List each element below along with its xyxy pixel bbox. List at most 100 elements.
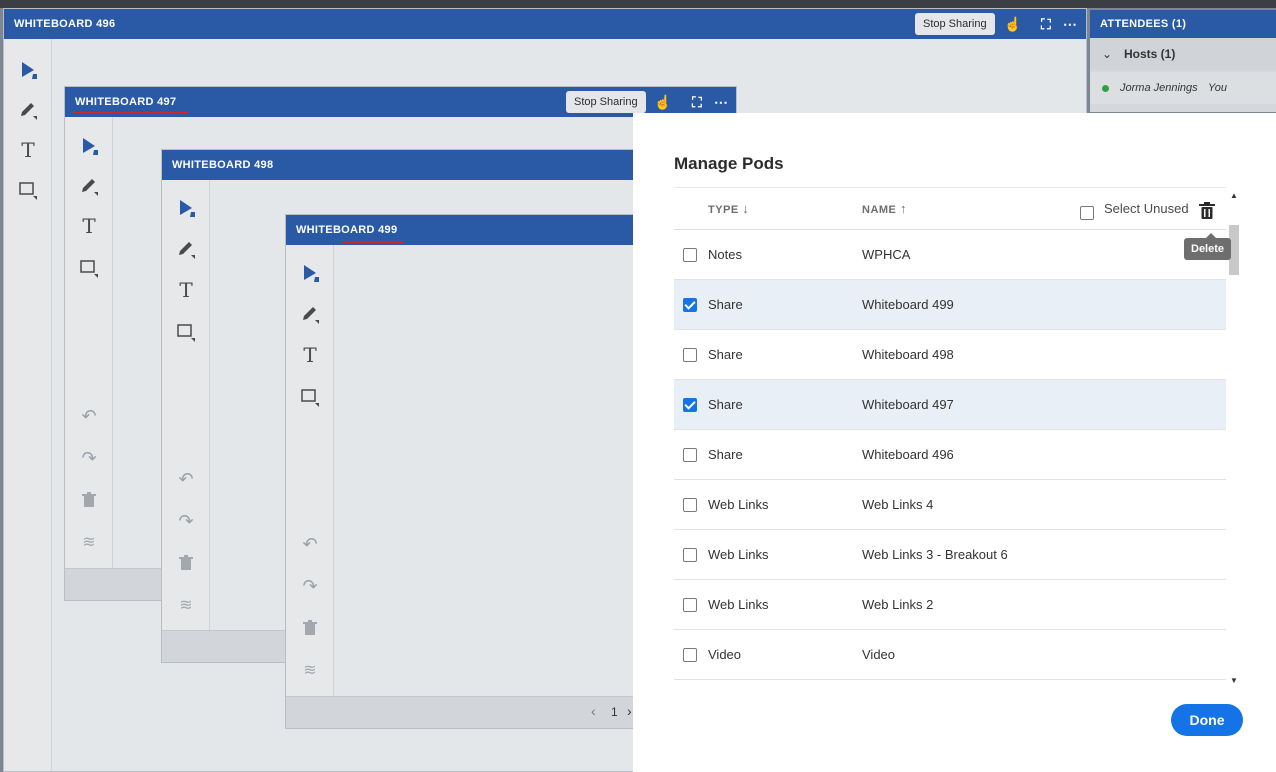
row-checkbox[interactable] (683, 548, 697, 562)
undo-icon[interactable]: ↶ (77, 404, 101, 428)
pods-table: TYPE ↓ NAME ↑ Select Unused Notes WPHCA … (674, 187, 1242, 687)
select-tool-icon[interactable] (16, 58, 40, 82)
text-tool-icon[interactable]: T (298, 343, 322, 367)
row-type: Web Links (708, 497, 769, 512)
pencil-tool-icon[interactable] (77, 174, 101, 198)
row-name: Web Links 2 (862, 597, 934, 612)
table-row[interactable]: Share Whiteboard 496 (674, 430, 1227, 480)
select-unused-checkbox[interactable] (1080, 206, 1094, 220)
fullscreen-icon[interactable]: ⛶ (1037, 16, 1055, 32)
pointer-icon[interactable]: ☝ (1004, 16, 1022, 32)
row-checkbox[interactable] (683, 348, 697, 362)
arrow-down-icon: ↓ (742, 201, 750, 216)
status-dot-icon (1102, 85, 1109, 92)
hosts-group[interactable]: ⌄ Hosts (1) (1090, 38, 1276, 70)
row-name: Whiteboard 499 (862, 297, 954, 312)
scroll-up-icon[interactable]: ▲ (1230, 191, 1238, 200)
text-tool-icon[interactable]: T (174, 278, 198, 302)
redo-icon[interactable]: ↷ (298, 574, 322, 598)
row-type: Share (708, 447, 743, 462)
pod-footer: ‹ 1 › (286, 696, 640, 728)
row-checkbox[interactable] (683, 648, 697, 662)
whiteboard-toolbar: T ↶ ↷ ≋ (65, 117, 113, 600)
trash-icon[interactable] (174, 551, 198, 575)
layers-icon[interactable]: ≋ (77, 530, 101, 554)
more-icon[interactable]: ⋯ (1061, 16, 1079, 32)
attendee-you-label: You (1208, 82, 1227, 94)
table-row[interactable]: Notes WPHCA (674, 230, 1227, 280)
prev-page-icon[interactable]: ‹ (591, 703, 596, 719)
pencil-tool-icon[interactable] (16, 98, 40, 122)
row-checkbox[interactable] (683, 598, 697, 612)
trash-icon[interactable] (298, 616, 322, 640)
table-scrollbar[interactable]: ▲ ▼ (1226, 187, 1242, 687)
table-row[interactable]: Share Whiteboard 498 (674, 330, 1227, 380)
next-page-icon[interactable]: › (627, 703, 632, 719)
text-tool-icon[interactable]: T (16, 138, 40, 162)
attendee-row[interactable]: Jorma Jennings You (1090, 72, 1276, 104)
pod-title: WHITEBOARD 497 (75, 96, 177, 108)
page-number: 1 (611, 705, 618, 719)
stop-sharing-button[interactable]: Stop Sharing (566, 91, 646, 113)
row-type: Share (708, 397, 743, 412)
select-tool-icon[interactable] (298, 261, 322, 285)
trash-icon[interactable] (77, 488, 101, 512)
row-checkbox[interactable] (683, 248, 697, 262)
row-type: Notes (708, 247, 742, 262)
select-tool-icon[interactable] (77, 134, 101, 158)
annotation-underline (73, 112, 189, 114)
hosts-group-label: Hosts (1) (1124, 47, 1176, 61)
row-checkbox[interactable] (683, 498, 697, 512)
pod-title: WHITEBOARD 496 (14, 18, 116, 30)
table-row[interactable]: Web Links Web Links 3 - Breakout 6 (674, 530, 1227, 580)
fullscreen-icon[interactable]: ⛶ (688, 94, 706, 110)
table-row[interactable]: Video Video (674, 630, 1227, 680)
table-row[interactable]: Web Links Web Links 4 (674, 480, 1227, 530)
redo-icon[interactable]: ↷ (174, 509, 198, 533)
scroll-down-icon[interactable]: ▼ (1230, 676, 1238, 685)
name-header-label: NAME (862, 204, 897, 216)
row-type: Web Links (708, 547, 769, 562)
table-header: TYPE ↓ NAME ↑ Select Unused (674, 188, 1227, 230)
text-tool-icon[interactable]: T (77, 214, 101, 238)
pointer-icon[interactable]: ☝ (654, 94, 672, 110)
row-name: Web Links 4 (862, 497, 934, 512)
pencil-tool-icon[interactable] (174, 237, 198, 261)
pencil-tool-icon[interactable] (298, 302, 322, 326)
done-button[interactable]: Done (1171, 704, 1243, 736)
annotation-underline (342, 241, 404, 243)
row-checkbox[interactable] (683, 398, 697, 412)
type-header-label: TYPE (708, 204, 739, 216)
shape-tool-icon[interactable] (16, 178, 40, 202)
row-checkbox[interactable] (683, 298, 697, 312)
select-tool-icon[interactable] (174, 196, 198, 220)
attendee-name: Jorma Jennings (1120, 82, 1198, 94)
row-type: Web Links (708, 597, 769, 612)
shape-tool-icon[interactable] (77, 256, 101, 280)
table-row[interactable]: Web Links Web Links 2 (674, 580, 1227, 630)
shape-tool-icon[interactable] (298, 385, 322, 409)
type-column-header[interactable]: TYPE ↓ (708, 188, 749, 230)
stop-sharing-button[interactable]: Stop Sharing (915, 13, 995, 35)
undo-icon[interactable]: ↶ (298, 532, 322, 556)
pod-title-bar: WHITEBOARD 496 Stop Sharing ☝ ⛶ ⋯ (4, 9, 1086, 39)
table-row[interactable]: Share Whiteboard 497 (674, 380, 1227, 430)
undo-icon[interactable]: ↶ (174, 467, 198, 491)
delete-trash-icon[interactable] (1199, 202, 1215, 225)
whiteboard-toolbar: T ↶ ↷ ≋ (162, 180, 210, 662)
row-checkbox[interactable] (683, 448, 697, 462)
attendees-header: ATTENDEES (1) (1090, 10, 1276, 38)
shape-tool-icon[interactable] (174, 320, 198, 344)
attendees-panel: ATTENDEES (1) ⌄ Hosts (1) Jorma Jennings… (1090, 10, 1276, 112)
more-icon[interactable]: ⋯ (712, 94, 730, 110)
whiteboard-canvas[interactable] (334, 245, 640, 728)
name-column-header[interactable]: NAME ↑ (862, 188, 907, 230)
arrow-up-icon: ↑ (899, 201, 907, 216)
layers-icon[interactable]: ≋ (298, 658, 322, 682)
row-name: Whiteboard 498 (862, 347, 954, 362)
table-row[interactable]: Share Whiteboard 499 (674, 280, 1227, 330)
whiteboard-toolbar: T (4, 39, 52, 771)
pod-title: WHITEBOARD 498 (172, 159, 274, 171)
layers-icon[interactable]: ≋ (174, 593, 198, 617)
redo-icon[interactable]: ↷ (77, 446, 101, 470)
